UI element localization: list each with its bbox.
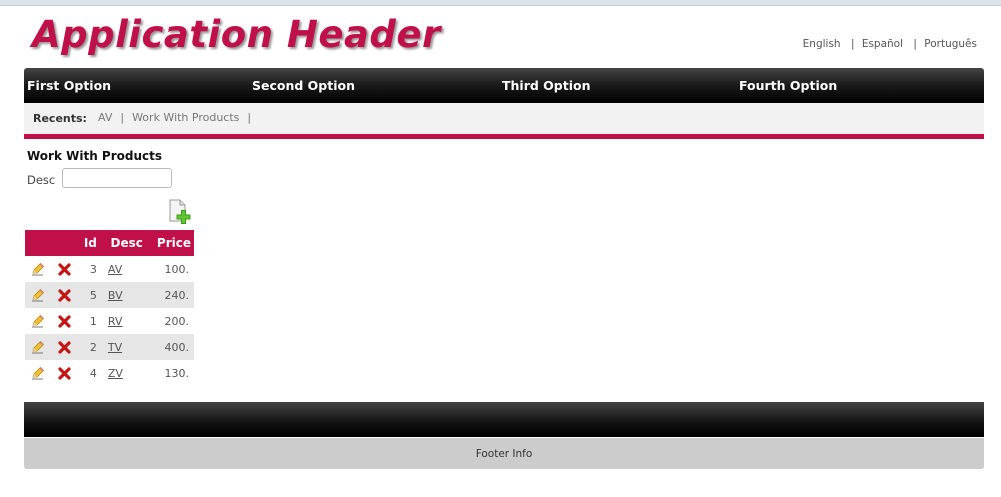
grid-header-price[interactable]: Price [145, 230, 194, 256]
lang-separator: | [913, 38, 917, 50]
cell-id: 1 [89, 314, 97, 328]
cell-price: 200. [164, 314, 190, 328]
cell-id: 4 [89, 366, 97, 380]
desc-filter-input[interactable] [62, 168, 172, 188]
nav-fourth-option[interactable]: Fourth Option [739, 78, 837, 93]
table-row: 3 AV 100. [25, 256, 194, 282]
recent-separator: | [247, 111, 252, 124]
cell-price: 240. [145, 282, 194, 308]
lang-portugues-link[interactable]: Português [924, 38, 977, 50]
footer-bar [24, 402, 984, 437]
lang-english-link[interactable]: English [803, 38, 841, 50]
cell-desc: TV [99, 334, 146, 360]
table-row: 5 BV 240. [25, 282, 194, 308]
recents-list: AV | Work With Products | [98, 111, 259, 124]
window-top-strip [0, 0, 1001, 6]
desc-link[interactable]: ZV [108, 367, 123, 380]
pencil-icon[interactable] [25, 360, 51, 386]
recent-separator: | [120, 111, 125, 124]
recent-item-work-with-products[interactable]: Work With Products [132, 111, 239, 124]
delete-x-icon[interactable] [51, 282, 77, 308]
desc-link[interactable]: BV [108, 289, 123, 302]
desc-link[interactable]: RV [108, 315, 123, 328]
main-nav-bar: First Option Second Option Third Option … [24, 68, 984, 103]
table-row: 1 RV 200. [25, 308, 194, 334]
cell-price: 130. [164, 366, 190, 380]
nav-third-option[interactable]: Third Option [502, 78, 591, 93]
cell-desc: AV [100, 256, 146, 282]
page-title: Work With Products [27, 149, 163, 163]
cell-id: 2 [77, 334, 100, 360]
delete-x-icon[interactable] [51, 308, 77, 334]
grid-header-id[interactable]: Id [77, 230, 100, 256]
language-selector: English | Español | Português [803, 38, 977, 50]
pencil-icon[interactable] [25, 256, 51, 282]
desc-filter-label: Desc [27, 173, 56, 187]
delete-x-icon[interactable] [51, 256, 77, 282]
app-header-title: Application Header [32, 13, 441, 56]
cell-price: 400. [145, 334, 194, 360]
table-row: 2 TV 400. [25, 334, 194, 360]
cell-desc: BV [99, 282, 146, 308]
lang-espanol-link[interactable]: Español [862, 38, 903, 50]
lang-separator: | [850, 38, 855, 50]
table-row: 4 ZV 130. [25, 360, 194, 386]
pencil-icon[interactable] [25, 334, 51, 360]
desc-link[interactable]: TV [108, 341, 122, 354]
cell-desc: ZV [100, 360, 146, 386]
delete-x-icon[interactable] [51, 360, 77, 386]
desc-link[interactable]: AV [108, 263, 122, 276]
grid-header-row: Id Desc Price [25, 230, 194, 256]
recents-label: Recents: [33, 112, 87, 125]
nav-first-option[interactable]: First Option [27, 78, 111, 93]
recent-item-av[interactable]: AV [98, 111, 112, 124]
grid-header-edit [25, 230, 51, 256]
grid-header-delete [51, 230, 77, 256]
products-grid: Id Desc Price 3 AV 100. 5 BV 240. 1 RV 2… [25, 230, 194, 386]
pencil-icon[interactable] [25, 282, 51, 308]
grid-header-desc[interactable]: Desc [99, 230, 146, 256]
delete-x-icon[interactable] [51, 334, 77, 360]
add-document-icon[interactable] [168, 199, 192, 225]
footer-info: Footer Info [24, 438, 984, 469]
pencil-icon[interactable] [25, 308, 51, 334]
nav-second-option[interactable]: Second Option [252, 78, 355, 93]
cell-desc: RV [100, 308, 146, 334]
recents-bar: Recents: AV | Work With Products | [24, 103, 984, 139]
cell-id: 3 [89, 262, 97, 276]
cell-price: 100. [164, 262, 190, 276]
cell-id: 5 [77, 282, 100, 308]
